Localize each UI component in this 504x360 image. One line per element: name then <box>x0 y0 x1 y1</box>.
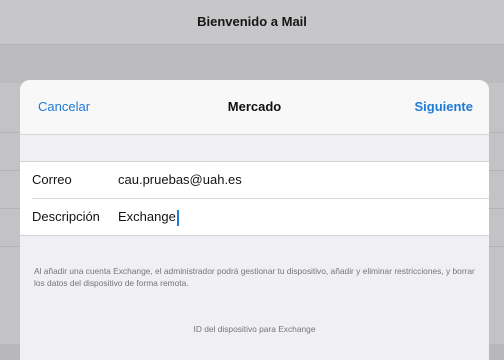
description-value: Exchange <box>118 209 176 224</box>
description-row: Descripción Exchange <box>32 198 489 235</box>
description-field[interactable]: Exchange <box>118 199 179 235</box>
account-form: Correo cau.pruebas@uah.es Descripción Ex… <box>20 161 489 236</box>
email-field[interactable]: cau.pruebas@uah.es <box>118 162 418 198</box>
cancel-button[interactable]: Cancelar <box>38 80 90 134</box>
device-id-link[interactable]: ID del dispositivo para Exchange <box>20 324 489 334</box>
exchange-footnote: Al añadir una cuenta Exchange, el admini… <box>34 266 475 288</box>
background-band <box>0 45 504 83</box>
email-row: Correo cau.pruebas@uah.es <box>20 162 489 198</box>
text-cursor <box>176 209 179 226</box>
background-title: Bienvenido a Mail <box>197 14 307 29</box>
description-label: Descripción <box>32 209 100 224</box>
next-button[interactable]: Siguiente <box>414 80 473 134</box>
sheet-nav-bar: Cancelar Mercado Siguiente <box>20 80 489 135</box>
exchange-account-sheet: Cancelar Mercado Siguiente Correo cau.pr… <box>20 80 489 360</box>
email-label: Correo <box>32 172 72 187</box>
